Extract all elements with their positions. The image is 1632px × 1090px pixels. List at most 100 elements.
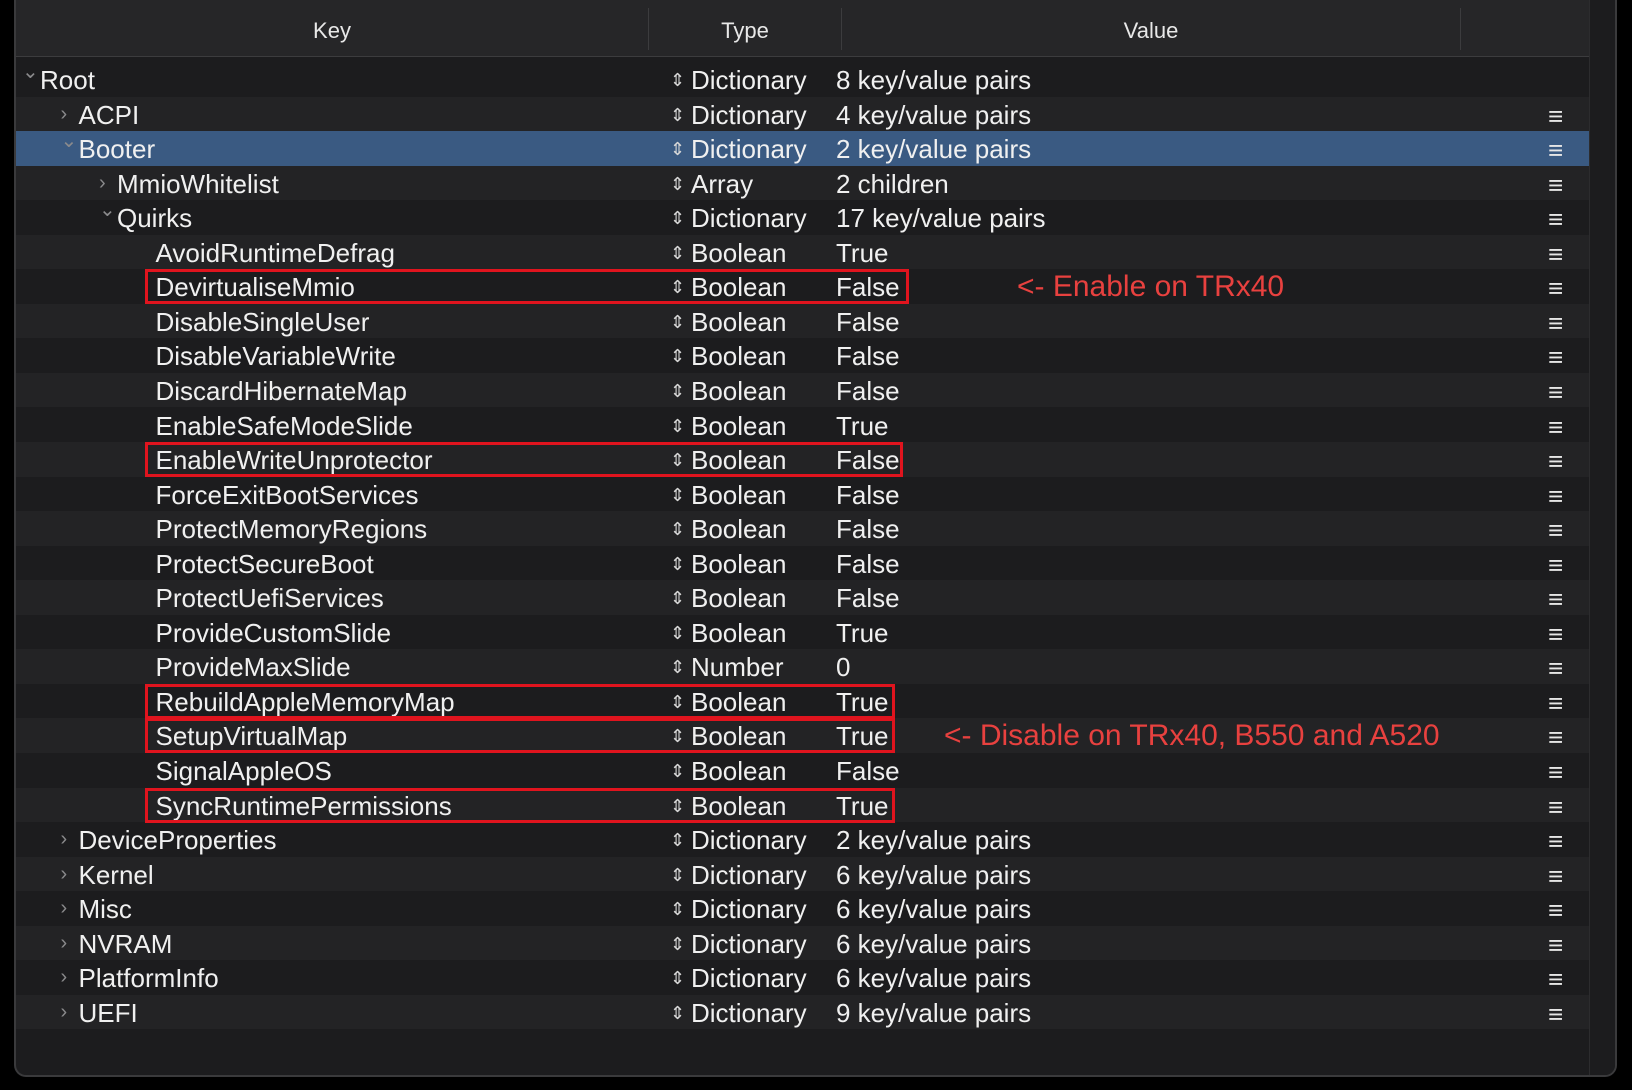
value-cell[interactable]: True xyxy=(836,615,889,651)
row-menu-icon[interactable]: ≡ xyxy=(1548,477,1563,513)
key-cell[interactable]: DisableSingleUser xyxy=(156,304,370,340)
outline-row[interactable]: DevirtualiseMmio ⇕ Boolean False ≡ xyxy=(16,269,1589,304)
outline-row[interactable]: ⌄ Booter ⇕ Dictionary 2 key/value pairs ≡ xyxy=(16,131,1589,166)
row-menu-icon[interactable]: ≡ xyxy=(1548,546,1563,582)
type-stepper-icon[interactable]: ⇕ xyxy=(670,269,685,305)
type-cell[interactable]: Boolean xyxy=(691,788,786,824)
type-cell[interactable]: Boolean xyxy=(691,615,786,651)
type-cell[interactable]: Number xyxy=(691,649,783,685)
type-stepper-icon[interactable]: ⇕ xyxy=(670,373,685,409)
outline-row[interactable]: EnableSafeModeSlide ⇕ Boolean True ≡ xyxy=(16,408,1589,443)
type-stepper-icon[interactable]: ⇕ xyxy=(670,338,685,374)
value-column-header[interactable]: Value xyxy=(842,0,1460,56)
row-menu-icon[interactable]: ≡ xyxy=(1548,131,1563,167)
type-cell[interactable]: Dictionary xyxy=(691,995,807,1031)
value-cell[interactable]: False xyxy=(836,442,900,478)
outline-row[interactable]: SyncRuntimePermissions ⇕ Boolean True ≡ xyxy=(16,787,1589,824)
type-stepper-icon[interactable]: ⇕ xyxy=(670,995,685,1031)
type-cell[interactable]: Boolean xyxy=(691,235,786,271)
key-cell[interactable]: DevirtualiseMmio xyxy=(156,269,355,305)
outline-row[interactable]: › Kernel ⇕ Dictionary 6 key/value pairs ≡ xyxy=(16,856,1589,893)
type-stepper-icon[interactable]: ⇕ xyxy=(670,649,685,685)
type-stepper-icon[interactable]: ⇕ xyxy=(670,718,685,754)
row-menu-icon[interactable]: ≡ xyxy=(1548,753,1563,789)
outline-row[interactable]: EnableWriteUnprotector ⇕ Boolean False ≡ xyxy=(16,442,1589,477)
type-cell[interactable]: Dictionary xyxy=(691,62,807,98)
chevron-right-icon[interactable]: › xyxy=(61,891,68,927)
value-cell[interactable]: 4 key/value pairs xyxy=(836,97,1031,133)
key-cell[interactable]: MmioWhitelist xyxy=(117,166,279,202)
type-stepper-icon[interactable]: ⇕ xyxy=(670,891,685,927)
value-cell[interactable]: False xyxy=(836,477,900,513)
key-cell[interactable]: SignalAppleOS xyxy=(156,753,332,789)
value-cell[interactable]: 6 key/value pairs xyxy=(836,926,1031,962)
value-cell[interactable]: True xyxy=(836,235,889,271)
type-cell[interactable]: Boolean xyxy=(691,684,786,720)
type-cell[interactable]: Dictionary xyxy=(691,926,807,962)
type-stepper-icon[interactable]: ⇕ xyxy=(670,408,685,444)
row-menu-icon[interactable]: ≡ xyxy=(1548,926,1563,962)
row-menu-icon[interactable]: ≡ xyxy=(1548,649,1563,685)
row-menu-icon[interactable]: ≡ xyxy=(1548,373,1563,409)
key-cell[interactable]: ProtectUefiServices xyxy=(156,580,384,616)
type-cell[interactable]: Dictionary xyxy=(691,960,807,996)
value-cell[interactable]: False xyxy=(836,373,900,409)
outline-row[interactable]: › MmioWhitelist ⇕ Array 2 children ≡ xyxy=(16,165,1589,202)
chevron-right-icon[interactable]: › xyxy=(61,995,68,1031)
type-stepper-icon[interactable]: ⇕ xyxy=(670,442,685,478)
outline-row[interactable]: ProvideMaxSlide ⇕ Number 0 ≡ xyxy=(16,649,1589,684)
key-cell[interactable]: Booter xyxy=(79,131,156,167)
value-cell[interactable]: False xyxy=(836,546,900,582)
chevron-down-icon[interactable]: ⌄ xyxy=(22,62,39,98)
type-stepper-icon[interactable]: ⇕ xyxy=(670,131,685,167)
key-cell[interactable]: EnableWriteUnprotector xyxy=(156,442,433,478)
type-stepper-icon[interactable]: ⇕ xyxy=(670,926,685,962)
value-cell[interactable]: False xyxy=(836,580,900,616)
key-cell[interactable]: UEFI xyxy=(79,995,138,1031)
type-stepper-icon[interactable]: ⇕ xyxy=(670,788,685,824)
value-cell[interactable]: True xyxy=(836,684,889,720)
value-cell[interactable]: False xyxy=(836,304,900,340)
outline-row[interactable]: › UEFI ⇕ Dictionary 9 key/value pairs ≡ xyxy=(16,994,1589,1031)
type-cell[interactable]: Dictionary xyxy=(691,200,807,236)
type-stepper-icon[interactable]: ⇕ xyxy=(670,235,685,271)
vertical-scrollbar[interactable] xyxy=(1589,0,1615,1075)
key-cell[interactable]: AvoidRuntimeDefrag xyxy=(156,235,395,271)
type-cell[interactable]: Boolean xyxy=(691,304,786,340)
outline-row[interactable]: ⌄ Quirks ⇕ Dictionary 17 key/value pairs ≡ xyxy=(16,200,1589,235)
chevron-down-icon[interactable]: ⌄ xyxy=(61,131,78,167)
key-cell[interactable]: DiscardHibernateMap xyxy=(156,373,407,409)
key-cell[interactable]: Misc xyxy=(79,891,132,927)
chevron-right-icon[interactable]: › xyxy=(61,822,68,858)
outline-row[interactable]: ProvideCustomSlide ⇕ Boolean True ≡ xyxy=(16,615,1589,650)
key-cell[interactable]: Root xyxy=(40,62,95,98)
row-menu-icon[interactable]: ≡ xyxy=(1548,580,1563,616)
type-stepper-icon[interactable]: ⇕ xyxy=(670,62,685,98)
key-cell[interactable]: EnableSafeModeSlide xyxy=(156,408,413,444)
type-cell[interactable]: Boolean xyxy=(691,373,786,409)
key-column-header[interactable]: Key xyxy=(16,0,648,56)
value-cell[interactable]: 2 key/value pairs xyxy=(836,822,1031,858)
chevron-right-icon[interactable]: › xyxy=(61,857,68,893)
key-cell[interactable]: DisableVariableWrite xyxy=(156,338,396,374)
key-cell[interactable]: ProvideMaxSlide xyxy=(156,649,351,685)
value-cell[interactable]: True xyxy=(836,718,889,754)
key-cell[interactable]: SyncRuntimePermissions xyxy=(156,788,452,824)
row-menu-icon[interactable]: ≡ xyxy=(1548,166,1563,202)
outline-row[interactable]: ⌄ Root ⇕ Dictionary 8 key/value pairs xyxy=(16,62,1589,97)
type-stepper-icon[interactable]: ⇕ xyxy=(670,511,685,547)
chevron-down-icon[interactable]: ⌄ xyxy=(99,200,116,236)
value-cell[interactable]: 2 children xyxy=(836,166,949,202)
row-menu-icon[interactable]: ≡ xyxy=(1548,857,1563,893)
type-stepper-icon[interactable]: ⇕ xyxy=(670,304,685,340)
type-stepper-icon[interactable]: ⇕ xyxy=(670,753,685,789)
type-cell[interactable]: Boolean xyxy=(691,546,786,582)
row-menu-icon[interactable]: ≡ xyxy=(1548,511,1563,547)
outline-row[interactable]: › Misc ⇕ Dictionary 6 key/value pairs ≡ xyxy=(16,891,1589,926)
type-cell[interactable]: Boolean xyxy=(691,511,786,547)
row-menu-icon[interactable]: ≡ xyxy=(1548,442,1563,478)
key-cell[interactable]: DeviceProperties xyxy=(79,822,277,858)
key-cell[interactable]: Kernel xyxy=(79,857,154,893)
value-cell[interactable]: False xyxy=(836,511,900,547)
type-column-header[interactable]: Type xyxy=(649,0,841,56)
